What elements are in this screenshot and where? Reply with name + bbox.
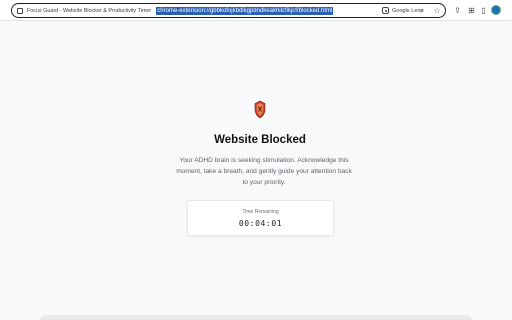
share-icon[interactable]: ⇪: [452, 5, 463, 16]
bottom-panel-edge: [40, 315, 472, 320]
page-title: Website Blocked: [214, 134, 306, 146]
timer-value: 00:04:01: [238, 219, 283, 228]
blocked-message: Your ADHD brain is seeking stimulation. …: [176, 157, 352, 186]
url-text[interactable]: chrome-extension://gbbkofojkbdlkgpdndkea…: [156, 6, 334, 15]
side-panel-icon[interactable]: ▯: [478, 5, 489, 16]
address-bar[interactable]: Focus Guard - Website Blocker & Producti…: [11, 3, 446, 18]
avatar[interactable]: [491, 5, 501, 15]
google-lens-icon: [382, 7, 389, 14]
page-icon[interactable]: [17, 7, 23, 14]
star-icon[interactable]: ☆: [432, 5, 442, 16]
blocked-page: Website Blocked Your ADHD brain is seeki…: [0, 21, 512, 320]
search-icon[interactable]: ⌕: [417, 5, 427, 16]
puzzle-icon[interactable]: ⊞: [466, 5, 477, 16]
shield-icon: [254, 100, 266, 119]
browser-toolbar: Focus Guard - Website Blocker & Producti…: [0, 0, 512, 21]
site-title: Focus Guard - Website Blocker & Producti…: [27, 7, 152, 14]
timer-label: Time Remaining: [242, 209, 279, 215]
timer-card: Time Remaining 00:04:01: [187, 200, 334, 236]
